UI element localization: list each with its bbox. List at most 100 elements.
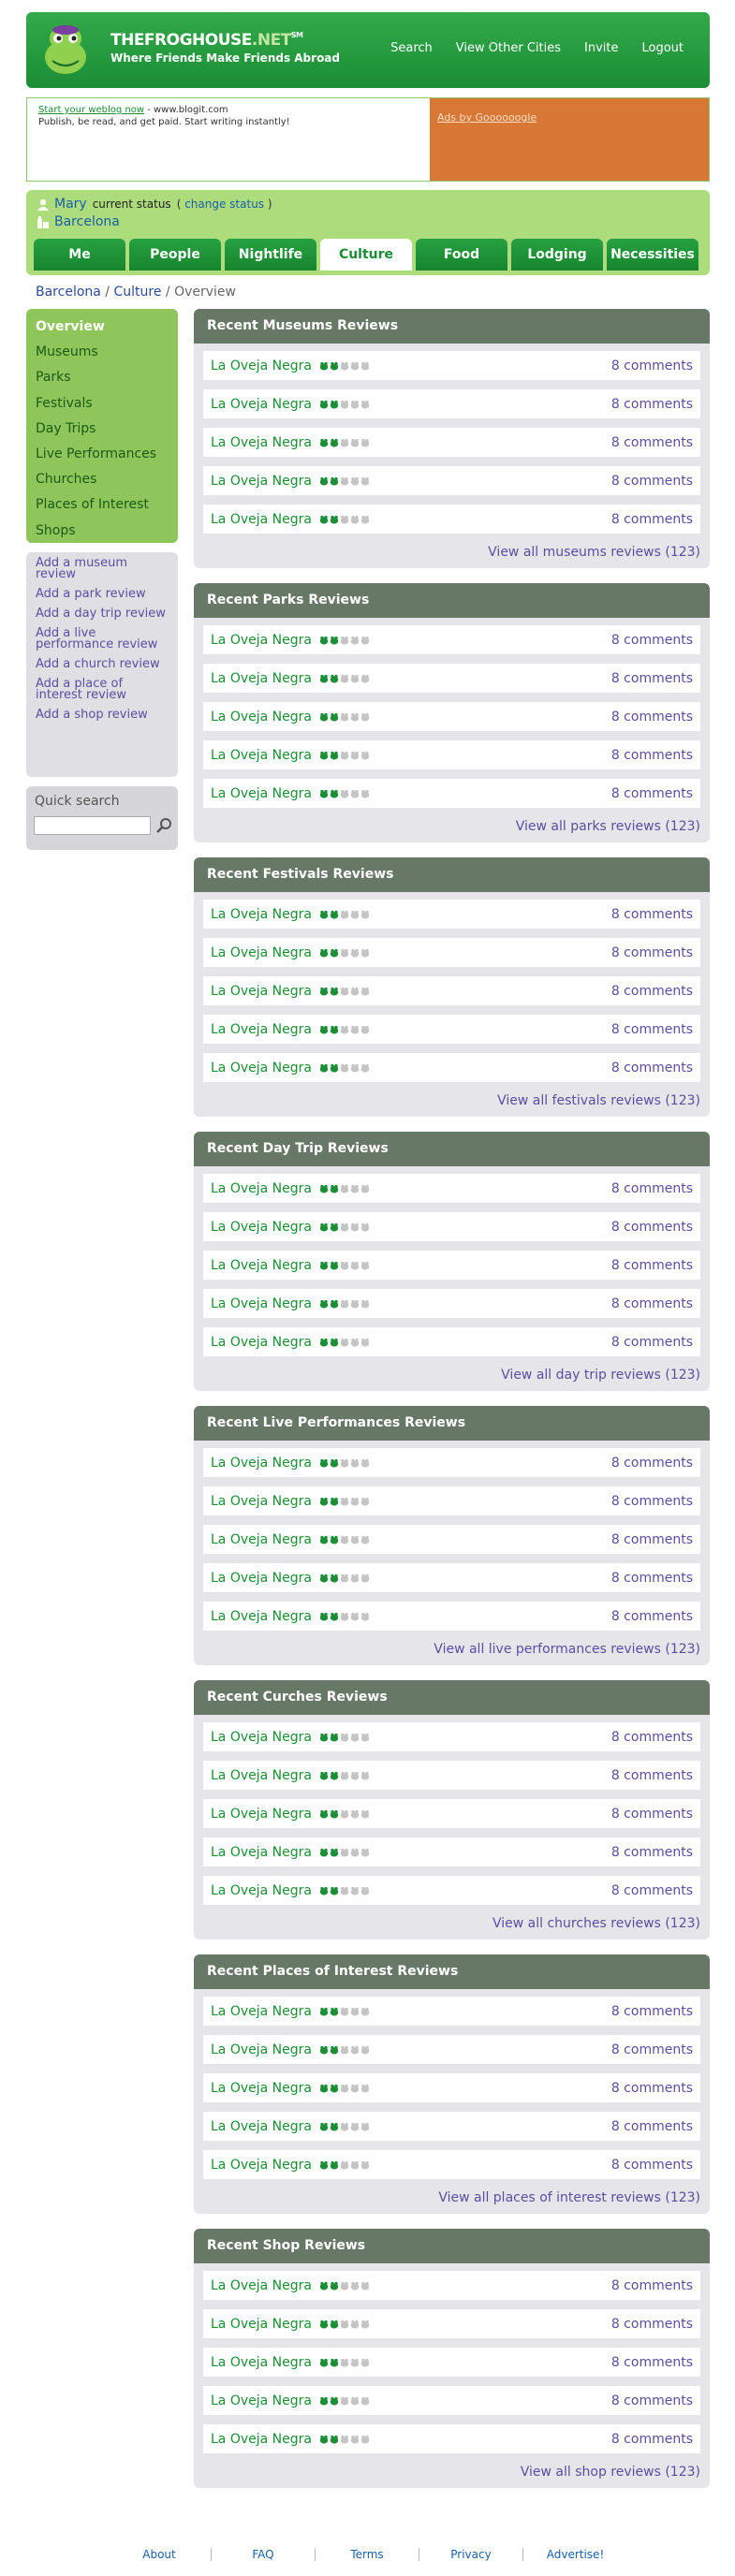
place-link[interactable]: La Oveja Negra [211, 1730, 312, 1745]
site-title[interactable]: THEFROGHOUSE.NETSM [110, 31, 303, 50]
comments-link[interactable]: 8 comments [611, 710, 693, 724]
comments-link[interactable]: 8 comments [611, 2317, 693, 2332]
comments-link[interactable]: 8 comments [611, 1258, 693, 1273]
ads-by-link[interactable]: Ads by Goooooogle [437, 111, 537, 124]
add-church-review-link[interactable]: Add a church review [36, 658, 169, 670]
view-all-reviews-link[interactable]: View all churches reviews (123) [194, 1914, 710, 1933]
place-link[interactable]: La Oveja Negra [211, 1494, 312, 1509]
comments-link[interactable]: 8 comments [611, 1220, 693, 1235]
place-link[interactable]: La Oveja Negra [211, 512, 312, 527]
tab-nightlife[interactable]: Nightlife [225, 239, 316, 271]
sidenav-parks[interactable]: Parks [26, 365, 178, 390]
comments-link[interactable]: 8 comments [611, 2355, 693, 2370]
comments-link[interactable]: 8 comments [611, 786, 693, 801]
tab-lodging[interactable]: Lodging [511, 239, 603, 271]
place-link[interactable]: La Oveja Negra [211, 397, 312, 412]
comments-link[interactable]: 8 comments [611, 1532, 693, 1547]
sidenav-museums[interactable]: Museums [26, 340, 178, 365]
tab-culture[interactable]: Culture [320, 239, 412, 271]
place-link[interactable]: La Oveja Negra [211, 2317, 312, 2332]
sidenav-churches[interactable]: Churches [26, 467, 178, 492]
topnav-view-other-cities[interactable]: View Other Cities [456, 41, 561, 55]
view-all-reviews-link[interactable]: View all festivals reviews (123) [194, 1091, 710, 1110]
place-link[interactable]: La Oveja Negra [211, 907, 312, 922]
place-link[interactable]: La Oveja Negra [211, 2004, 312, 2019]
comments-link[interactable]: 8 comments [611, 945, 693, 960]
place-link[interactable]: La Oveja Negra [211, 748, 312, 763]
place-link[interactable]: La Oveja Negra [211, 1220, 312, 1235]
comments-link[interactable]: 8 comments [611, 2081, 693, 2096]
topnav-logout[interactable]: Logout [641, 41, 684, 55]
place-link[interactable]: La Oveja Negra [211, 1845, 312, 1860]
comments-link[interactable]: 8 comments [611, 1807, 693, 1822]
comments-link[interactable]: 8 comments [611, 633, 693, 648]
place-link[interactable]: La Oveja Negra [211, 1296, 312, 1311]
footer-about[interactable]: About [108, 2548, 212, 2561]
place-link[interactable]: La Oveja Negra [211, 710, 312, 724]
place-link[interactable]: La Oveja Negra [211, 359, 312, 373]
place-link[interactable]: La Oveja Negra [211, 2158, 312, 2173]
add-shop-review-link[interactable]: Add a shop review [36, 709, 169, 721]
place-link[interactable]: La Oveja Negra [211, 2042, 312, 2057]
place-link[interactable]: La Oveja Negra [211, 1022, 312, 1037]
comments-link[interactable]: 8 comments [611, 359, 693, 373]
comments-link[interactable]: 8 comments [611, 2158, 693, 2173]
sidenav-day-trips[interactable]: Day Trips [26, 417, 178, 442]
place-link[interactable]: La Oveja Negra [211, 1571, 312, 1586]
comments-link[interactable]: 8 comments [611, 2393, 693, 2408]
view-all-reviews-link[interactable]: View all parks reviews (123) [194, 817, 710, 836]
comments-link[interactable]: 8 comments [611, 1181, 693, 1196]
comments-link[interactable]: 8 comments [611, 2432, 693, 2447]
add-place-of-interest-review-link[interactable]: Add a place of interest review [36, 678, 169, 701]
topnav-search[interactable]: Search [390, 41, 433, 55]
place-link[interactable]: La Oveja Negra [211, 671, 312, 686]
place-link[interactable]: La Oveja Negra [211, 1807, 312, 1822]
tab-food[interactable]: Food [416, 239, 507, 271]
sidenav-places-of-interest[interactable]: Places of Interest [26, 492, 178, 518]
breadcrumb-section[interactable]: Culture [113, 285, 161, 300]
frog-logo-icon[interactable] [39, 22, 92, 80]
place-link[interactable]: La Oveja Negra [211, 1061, 312, 1076]
comments-link[interactable]: 8 comments [611, 984, 693, 999]
breadcrumb-city[interactable]: Barcelona [36, 285, 101, 300]
place-link[interactable]: La Oveja Negra [211, 2355, 312, 2370]
place-link[interactable]: La Oveja Negra [211, 2081, 312, 2096]
comments-link[interactable]: 8 comments [611, 1571, 693, 1586]
comments-link[interactable]: 8 comments [611, 397, 693, 412]
place-link[interactable]: La Oveja Negra [211, 1181, 312, 1196]
comments-link[interactable]: 8 comments [611, 474, 693, 489]
change-status-link[interactable]: change status [184, 198, 264, 211]
comments-link[interactable]: 8 comments [611, 1883, 693, 1898]
comments-link[interactable]: 8 comments [611, 1730, 693, 1745]
place-link[interactable]: La Oveja Negra [211, 984, 312, 999]
comments-link[interactable]: 8 comments [611, 1022, 693, 1037]
comments-link[interactable]: 8 comments [611, 2042, 693, 2057]
view-all-reviews-link[interactable]: View all day trip reviews (123) [194, 1366, 710, 1384]
tab-me[interactable]: Me [34, 239, 125, 271]
place-link[interactable]: La Oveja Negra [211, 945, 312, 960]
comments-link[interactable]: 8 comments [611, 1609, 693, 1624]
quick-search-input[interactable] [34, 816, 151, 835]
place-link[interactable]: La Oveja Negra [211, 786, 312, 801]
place-link[interactable]: La Oveja Negra [211, 2278, 312, 2293]
comments-link[interactable]: 8 comments [611, 1768, 693, 1783]
place-link[interactable]: La Oveja Negra [211, 1532, 312, 1547]
comments-link[interactable]: 8 comments [611, 1494, 693, 1509]
tab-people[interactable]: People [129, 239, 221, 271]
topnav-invite[interactable]: Invite [584, 41, 618, 55]
comments-link[interactable]: 8 comments [611, 2119, 693, 2134]
comments-link[interactable]: 8 comments [611, 512, 693, 527]
comments-link[interactable]: 8 comments [611, 1845, 693, 1860]
search-icon[interactable] [155, 816, 174, 835]
place-link[interactable]: La Oveja Negra [211, 1883, 312, 1898]
footer-terms[interactable]: Terms [316, 2548, 419, 2561]
user-city[interactable]: Barcelona [54, 214, 120, 229]
user-name[interactable]: Mary [54, 197, 87, 212]
comments-link[interactable]: 8 comments [611, 748, 693, 763]
comments-link[interactable]: 8 comments [611, 1296, 693, 1311]
add-park-review-link[interactable]: Add a park review [36, 588, 169, 600]
ad-link[interactable]: Start your weblog now [38, 105, 144, 115]
view-all-reviews-link[interactable]: View all live performances reviews (123) [194, 1640, 710, 1659]
place-link[interactable]: La Oveja Negra [211, 633, 312, 648]
place-link[interactable]: La Oveja Negra [211, 1456, 312, 1471]
